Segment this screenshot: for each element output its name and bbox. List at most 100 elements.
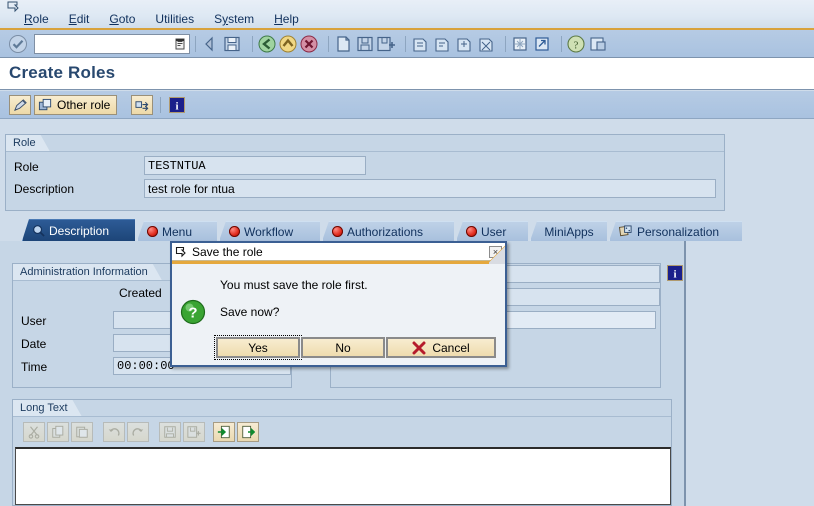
description-input[interactable]: test role for ntua [144, 179, 716, 198]
dialog-arrow-icon [175, 246, 186, 257]
personalization-icon [619, 225, 632, 237]
app-toolbar-divider [160, 97, 161, 113]
information-icon[interactable]: i [666, 264, 684, 282]
red-cancel-icon[interactable] [299, 34, 319, 54]
tab-description[interactable]: Description [22, 219, 135, 241]
role-input-value: TESTNTUA [148, 158, 206, 173]
toolbar-divider [328, 36, 329, 52]
enter-check-icon[interactable] [8, 34, 28, 54]
toolbar-divider [505, 36, 506, 52]
long-text-legend: Long Text [13, 400, 82, 416]
yellow-up-icon[interactable] [278, 34, 298, 54]
customize-layout-icon[interactable] [588, 34, 608, 54]
long-text-group: Long Text [12, 399, 672, 506]
menu-item-edit[interactable]: Edit [59, 11, 100, 27]
new-session-icon[interactable] [510, 34, 530, 54]
find-icon[interactable] [159, 422, 181, 442]
other-role-label: Other role [57, 98, 111, 112]
create-shortcut-icon[interactable] [532, 34, 552, 54]
no-button-label: No [335, 340, 351, 355]
redo-icon[interactable] [127, 422, 149, 442]
page-title: Create Roles [9, 63, 116, 82]
green-back-icon[interactable] [257, 34, 277, 54]
transfer-icon [134, 100, 148, 111]
menu-item-role[interactable]: RRoleole [14, 11, 59, 27]
red-ball-icon [147, 226, 158, 237]
tab-user-label: User [481, 224, 507, 239]
command-field[interactable] [34, 34, 190, 54]
import-text-icon[interactable] [213, 422, 235, 442]
paste-icon[interactable] [71, 422, 93, 442]
tab-strip: Description Menu Workflow Authorizations… [0, 219, 814, 241]
role-group-box: Role Role TESTNTUA Description test role… [5, 134, 725, 211]
copy-icon[interactable] [47, 422, 69, 442]
dialog-corner-fold [489, 243, 505, 265]
last-page-icon[interactable] [476, 34, 496, 54]
menu-bar: RRoleole Edit Goto Utilities System Help [0, 0, 814, 30]
edit-pencil-button[interactable] [9, 95, 31, 115]
long-text-editor[interactable] [15, 447, 671, 505]
help-icon[interactable]: ? [566, 34, 586, 54]
find-next-icon[interactable] [376, 34, 396, 54]
title-band [0, 58, 814, 90]
role-group-legend: Role [6, 135, 50, 151]
tab-authorizations[interactable]: Authorizations [322, 221, 454, 241]
dialog-message-line-1: You must save the role first. [220, 278, 368, 292]
yes-button-label: Yes [248, 340, 268, 355]
command-input[interactable] [38, 36, 172, 52]
description-field-label: Description [14, 182, 75, 196]
dialog-title: Save the role [192, 244, 263, 259]
dialog-message-line-2: Save now? [220, 305, 280, 319]
tab-user[interactable]: User [456, 221, 528, 241]
tab-personalization[interactable]: Personalization [609, 221, 742, 241]
tab-workflow[interactable]: Workflow [219, 221, 320, 241]
cut-icon[interactable] [23, 422, 45, 442]
svg-text:?: ? [188, 305, 197, 322]
other-role-button[interactable]: Other role [34, 95, 118, 115]
toolbar-divider [252, 36, 253, 52]
menu-item-system[interactable]: System [204, 11, 264, 27]
print-icon[interactable] [333, 34, 353, 54]
export-text-icon[interactable] [237, 422, 259, 442]
tab-miniapps[interactable]: MiniApps [530, 221, 607, 241]
admin-label-user: User [21, 314, 47, 328]
no-button[interactable]: No [301, 337, 385, 358]
magnifier-icon [33, 225, 45, 237]
previous-page-icon[interactable] [432, 34, 452, 54]
role-input[interactable]: TESTNTUA [144, 156, 366, 175]
tab-menu[interactable]: Menu [137, 221, 217, 241]
yes-button[interactable]: Yes [214, 335, 302, 360]
menu-item-list: RRoleole Edit Goto Utilities System Help [14, 11, 309, 27]
red-x-icon [412, 341, 426, 354]
admin-column-header-created: Created [119, 286, 162, 300]
red-ball-icon [466, 226, 477, 237]
tab-personalization-label: Personalization [637, 224, 720, 239]
toolbar-divider [405, 36, 406, 52]
undo-icon[interactable] [103, 422, 125, 442]
tab-workflow-label: Workflow [244, 224, 294, 239]
find-icon[interactable] [355, 34, 375, 54]
admin-value-time: 00:00:00 [117, 359, 175, 373]
green-question-icon: ? [180, 299, 206, 325]
back-arrow-icon[interactable] [200, 34, 220, 54]
command-dropdown-icon[interactable] [174, 37, 186, 51]
toolbar-divider [561, 36, 562, 52]
red-ball-icon [332, 226, 343, 237]
next-page-icon[interactable] [454, 34, 474, 54]
menu-item-goto[interactable]: Goto [99, 11, 145, 27]
transfer-button[interactable] [131, 95, 153, 115]
menu-item-utilities[interactable]: Utilities [145, 11, 204, 27]
red-ball-icon [229, 226, 240, 237]
standard-toolbar: ? [0, 30, 814, 58]
svg-text:i: i [673, 269, 676, 281]
find-next-icon[interactable] [183, 422, 205, 442]
menu-item-help[interactable]: Help [264, 11, 309, 27]
description-input-value: test role for ntua [148, 181, 235, 196]
dialog-title-bar: Save the role × [172, 243, 505, 261]
tab-description-label: Description [49, 223, 110, 238]
first-page-icon[interactable] [410, 34, 430, 54]
admin-group-legend: Administration Information [13, 264, 162, 280]
information-button[interactable]: i [167, 95, 187, 115]
cancel-button[interactable]: Cancel [386, 337, 496, 358]
save-icon[interactable] [222, 34, 242, 54]
